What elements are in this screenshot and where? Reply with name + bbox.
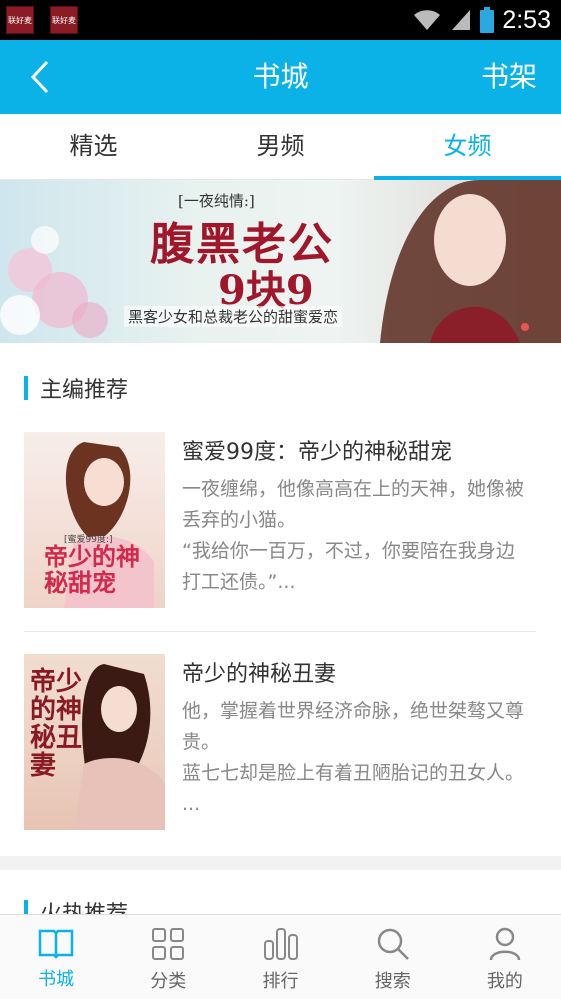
carousel-indicator[interactable]	[521, 323, 529, 331]
section-accent-bar	[24, 376, 28, 400]
nav-label: 我的	[486, 971, 523, 992]
nav-label: 排行	[262, 971, 299, 992]
app-header: 书城 书架	[0, 40, 561, 114]
page-title: 书城	[252, 60, 309, 93]
section-spacer	[0, 856, 561, 870]
nav-label: 搜索	[374, 971, 411, 992]
tab-featured[interactable]: 精选	[0, 114, 187, 179]
nav-bookstore[interactable]: 书城	[0, 915, 112, 999]
bookshelf-button[interactable]: 书架	[481, 40, 537, 114]
back-button[interactable]	[20, 54, 60, 100]
divider	[24, 631, 536, 632]
notification-label: 联好麦	[8, 15, 32, 25]
nav-ranking[interactable]: 排行	[224, 915, 336, 999]
cover-title: 帝少的神秘甜宠	[44, 542, 140, 597]
section-header: 主编推荐	[24, 374, 129, 403]
chevron-left-icon	[30, 60, 49, 94]
cover-title: 帝少的神秘丑妻	[30, 667, 83, 781]
signal-icon	[452, 10, 471, 30]
grid-icon	[152, 928, 185, 960]
nav-search[interactable]: 搜索	[337, 915, 449, 999]
notification-icon: 联好麦	[50, 6, 78, 34]
notification-label: 联好麦	[52, 15, 76, 25]
user-icon	[489, 927, 521, 961]
notification-icon: 联好麦	[6, 6, 34, 34]
battery-icon	[480, 7, 495, 33]
tab-male[interactable]: 男频	[187, 114, 374, 179]
status-bar: 联好麦 联好麦 2:53	[0, 0, 561, 40]
search-icon	[377, 928, 409, 960]
book-title[interactable]: 蜜爱99度：帝少的神秘甜宠	[182, 434, 452, 466]
book-item[interactable]: [蜜爱99度:] 帝少的神秘甜宠 蜜爱99度：帝少的神秘甜宠 一夜缠绵，他像高高…	[24, 432, 536, 612]
promo-banner[interactable]: [一夜纯情:] 腹黑老公 9块9 黑客少女和总裁老公的甜蜜爱恋	[0, 180, 561, 343]
bar-chart-icon	[263, 928, 298, 960]
clock: 2:53	[502, 5, 551, 34]
nav-category[interactable]: 分类	[112, 915, 224, 999]
book-cover: [蜜爱99度:] 帝少的神秘甜宠	[24, 432, 165, 608]
nav-profile[interactable]: 我的	[449, 915, 561, 999]
book-description: 一夜缠绵，他像高高在上的天神，她像被丢弃的小猫。 “我给你一百万，不过，你要陪在…	[182, 478, 525, 593]
category-tabs: 精选 男频 女频	[0, 114, 561, 180]
section-title: 主编推荐	[40, 378, 129, 403]
wifi-icon	[414, 10, 441, 30]
bottom-nav: 书城 分类 排行 搜索 我的	[0, 914, 561, 999]
nav-label: 书城	[38, 969, 75, 990]
book-item[interactable]: 帝少的神秘丑妻 帝少的神秘丑妻 他，掌握着世界经济命脉，绝世桀骜又尊贵。 蓝七七…	[24, 654, 536, 834]
book-description: 他，掌握着世界经济命脉，绝世桀骜又尊贵。 蓝七七却是脸上有着丑陋胎记的丑女人。 …	[182, 700, 525, 815]
book-open-icon	[38, 929, 74, 959]
book-title[interactable]: 帝少的神秘丑妻	[182, 656, 336, 688]
book-cover: 帝少的神秘丑妻	[24, 654, 165, 830]
nav-label: 分类	[150, 971, 187, 992]
tab-female[interactable]: 女频	[374, 114, 561, 180]
banner-subtitle: 黑客少女和总裁老公的甜蜜爱恋	[124, 306, 343, 327]
